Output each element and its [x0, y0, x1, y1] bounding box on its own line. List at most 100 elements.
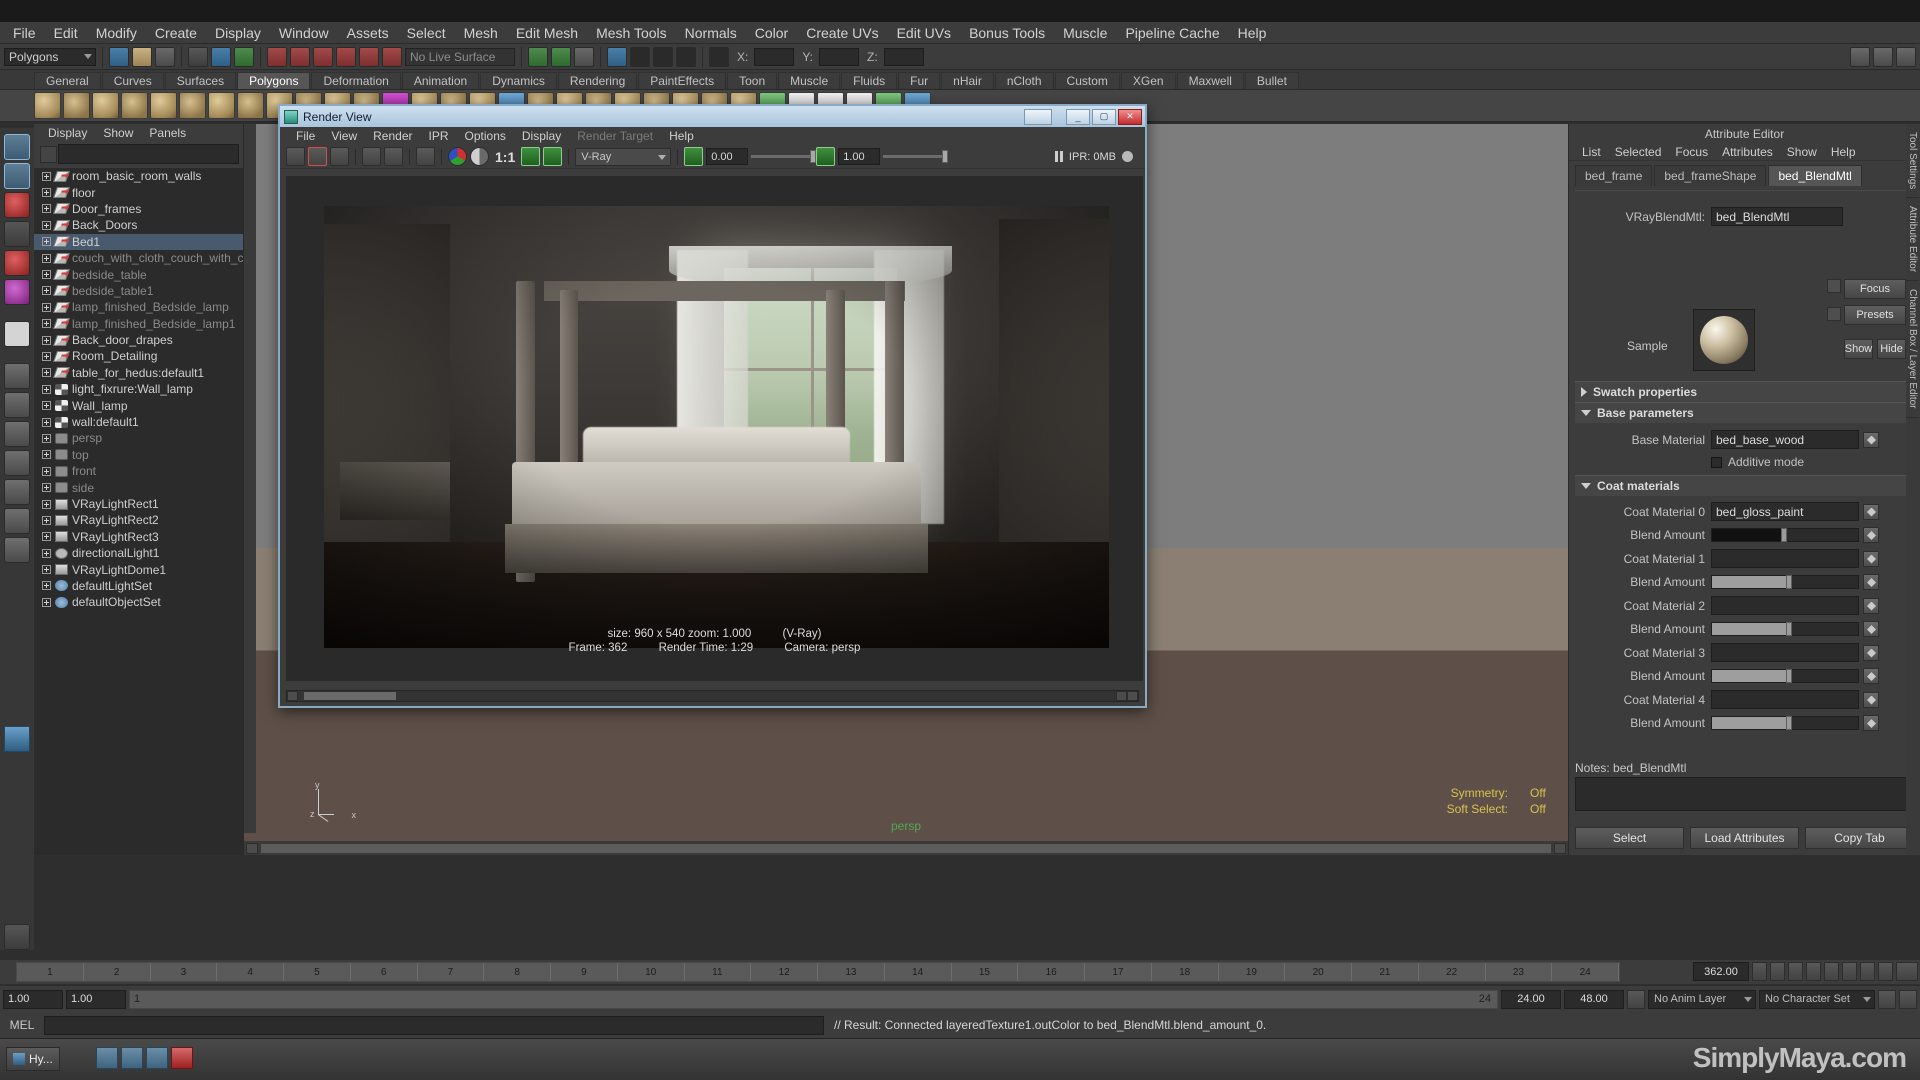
shelf-tab-xgen[interactable]: XGen — [1120, 72, 1176, 89]
ipr-render-icon[interactable] — [630, 46, 650, 67]
additive-mode-checkbox[interactable] — [1711, 456, 1722, 468]
anim-end-field[interactable]: 48.00 — [1564, 989, 1624, 1009]
rv-menu-ipr[interactable]: IPR — [421, 128, 457, 144]
blend-amount-slider[interactable] — [1711, 528, 1859, 542]
outliner-search-input[interactable] — [58, 144, 239, 164]
shelf-tab-deformation[interactable]: Deformation — [311, 72, 401, 89]
y-coordinate-input[interactable] — [819, 47, 860, 66]
range-start-field[interactable]: 1.00 — [3, 989, 63, 1009]
rv-menu-file[interactable]: File — [288, 128, 323, 144]
make-live-icon[interactable] — [382, 46, 402, 67]
load-attributes-button[interactable]: Load Attributes — [1690, 827, 1799, 849]
ipr-region-icon[interactable] — [416, 147, 435, 166]
time-slider-controls[interactable]: 362.00 — [1693, 962, 1918, 981]
last-tool-icon[interactable] — [4, 321, 30, 347]
keep-image-icon[interactable] — [521, 147, 541, 166]
range-end-field[interactable]: 24.00 — [1501, 989, 1561, 1009]
attribute-editor-footer[interactable]: Select Load Attributes Copy Tab — [1575, 827, 1914, 849]
menu-item-select[interactable]: Select — [398, 23, 455, 43]
transform-pivot-icon[interactable] — [709, 46, 729, 67]
outliner-list[interactable]: room_basic_room_walls floor Door_frames Bac… — [34, 168, 243, 855]
menu-item-help[interactable]: Help — [1229, 23, 1276, 43]
coat-material-input[interactable] — [1711, 596, 1859, 615]
select-object-icon[interactable] — [211, 46, 231, 67]
timeline-tick-20[interactable]: 20 — [1285, 963, 1352, 981]
outliner-item-room-basic-room-walls[interactable]: room_basic_room_walls — [34, 168, 243, 184]
viewport-left-scrollbar[interactable] — [244, 124, 256, 833]
shelf-tab-polygons[interactable]: Polygons — [237, 72, 311, 89]
taskbar-app-button[interactable]: Hy... — [6, 1047, 60, 1071]
show-sidebar-attr-icon[interactable] — [1873, 46, 1893, 67]
outliner-item-lamp-finished-bedside-lamp1[interactable]: lamp_finished_Bedside_lamp1 — [34, 316, 243, 332]
expand-icon[interactable] — [42, 483, 51, 493]
expand-icon[interactable] — [42, 532, 51, 542]
ae-menu-list[interactable]: List — [1575, 144, 1608, 160]
rotate-tool-icon[interactable] — [4, 250, 30, 276]
blend-amount-map-button[interactable] — [1863, 668, 1879, 684]
select-component-icon[interactable] — [234, 46, 254, 67]
redo-render-icon[interactable] — [308, 147, 327, 166]
two-pane-layout-icon[interactable] — [4, 392, 30, 418]
slider-handle[interactable] — [810, 150, 817, 163]
base-material-map-button[interactable] — [1863, 431, 1879, 448]
rv-menu-help[interactable]: Help — [661, 128, 702, 144]
outliner-menu-display[interactable]: Display — [40, 125, 95, 141]
timeline-tick-3[interactable]: 3 — [151, 963, 218, 981]
gamma-slider[interactable] — [883, 150, 949, 163]
rendered-image[interactable] — [324, 206, 1109, 648]
snap-point-icon[interactable] — [313, 46, 333, 67]
show-sidebar-modeling-icon[interactable] — [1850, 46, 1870, 67]
expand-icon[interactable] — [42, 171, 51, 181]
rgb-channel-icon[interactable] — [448, 147, 467, 166]
timeline-tick-17[interactable]: 17 — [1085, 963, 1152, 981]
render-view-title-bar[interactable]: Render View _ ▢ ✕ — [280, 106, 1145, 127]
outliner-item-defaultlightset[interactable]: defaultLightSet — [34, 578, 243, 594]
shelf-tab-painteffects[interactable]: PaintEffects — [638, 72, 727, 89]
outliner-item-wall-lamp[interactable]: Wall_lamp — [34, 397, 243, 413]
timeline-tick-14[interactable]: 14 — [885, 963, 952, 981]
scroll-right-arrow-icon[interactable] — [1116, 691, 1127, 701]
time-slider[interactable]: 1 2 3 4 5 6 7 8 9 10 11 12 13 14 15 16 17 18 19 20 21 22 23 24 … — [0, 960, 1920, 984]
render-region-icon[interactable] — [286, 147, 305, 166]
attribute-editor-tab-bar[interactable]: bed_frame bed_frameShape bed_BlendMtl — [1569, 161, 1920, 186]
section-swatch-properties[interactable]: Swatch properties — [1575, 381, 1914, 402]
poly-sphere-icon[interactable] — [34, 92, 61, 119]
coat-material-map-button[interactable] — [1863, 550, 1879, 567]
copy-tab-button[interactable]: Copy Tab — [1805, 827, 1914, 849]
shelf-tab-fur[interactable]: Fur — [898, 72, 941, 89]
coat-material-map-button[interactable] — [1863, 597, 1879, 614]
outliner-item-door-frames[interactable]: Door_frames — [34, 201, 243, 217]
snap-curve-icon[interactable] — [290, 46, 310, 67]
coat-material-map-button[interactable] — [1863, 503, 1879, 520]
close-button[interactable]: ✕ — [1118, 108, 1142, 125]
presets-button[interactable]: Presets — [1844, 305, 1906, 325]
poly-pyramid-icon[interactable] — [237, 92, 264, 119]
ae-menu-attributes[interactable]: Attributes — [1715, 144, 1780, 160]
viewport-scroll-thumb[interactable] — [261, 843, 1551, 853]
shelf-tab-dynamics[interactable]: Dynamics — [480, 72, 557, 89]
shelf-tab-toon[interactable]: Toon — [727, 72, 778, 89]
render-view-menu-bar[interactable]: File View Render IPR Options Display Render Ta… — [280, 127, 1145, 145]
outliner-item-back-door-drapes[interactable]: Back_door_drapes — [34, 332, 243, 348]
outliner-item-wall-default1[interactable]: wall:default1 — [34, 414, 243, 430]
single-pane-layout-icon[interactable] — [4, 363, 30, 389]
ipr-render-icon[interactable] — [362, 147, 381, 166]
expand-icon[interactable] — [42, 515, 51, 525]
step-forward-key-button[interactable] — [1860, 962, 1875, 981]
outliner-item-persp[interactable]: persp — [34, 430, 243, 446]
z-coordinate-input[interactable] — [883, 47, 924, 66]
show-render-editor-icon[interactable] — [528, 46, 548, 67]
show-sidebar-channel-icon[interactable] — [1896, 46, 1916, 67]
timeline-tick-21[interactable]: 21 — [1352, 963, 1419, 981]
outliner-item-floor[interactable]: floor — [34, 184, 243, 200]
shelf-tab-curves[interactable]: Curves — [101, 72, 164, 89]
outliner-item-room-detailing[interactable]: Room_Detailing — [34, 348, 243, 364]
render-current-frame-icon[interactable] — [607, 46, 627, 67]
outliner-item-couch-with-cloth-couch-with-cloth[interactable]: couch_with_cloth_couch_with_cloth — [34, 250, 243, 266]
blend-amount-handle[interactable] — [1786, 622, 1793, 636]
scroll-left-arrow-icon[interactable] — [246, 842, 258, 854]
render-view-horizontal-scrollbar[interactable] — [286, 690, 1139, 702]
anim-layer-combo[interactable]: No Anim Layer — [1648, 989, 1756, 1009]
base-material-input[interactable]: bed_base_wood — [1711, 430, 1859, 449]
ae-menu-focus[interactable]: Focus — [1668, 144, 1715, 160]
